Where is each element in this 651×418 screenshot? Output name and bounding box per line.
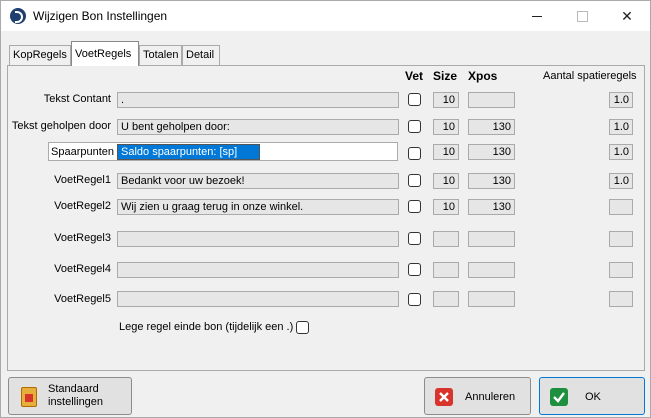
size-field-voetregel3[interactable] xyxy=(433,231,459,247)
size-field-voetregel2[interactable]: 10 xyxy=(433,199,459,215)
row-label-tekst-geholpen-door: Tekst geholpen door xyxy=(11,120,111,132)
xpos-field-voetregel1[interactable]: 130 xyxy=(468,173,515,189)
xpos-field-tekst-contant[interactable] xyxy=(468,92,515,108)
maximize-button[interactable] xyxy=(560,1,604,31)
column-header-size: Size xyxy=(433,69,458,83)
dialog-window: Wijzigen Bon Instellingen ✕ KopRegels Vo… xyxy=(0,0,651,418)
row-label-voetregel4: VoetRegel4 xyxy=(54,263,111,275)
text-field-voetregel5[interactable] xyxy=(117,291,399,307)
spacing-field-tekst-geholpen-door[interactable]: 1.0 xyxy=(609,119,633,135)
lege-regel-label: Lege regel einde bon (tijdelijk een .) xyxy=(119,321,294,333)
tab-totalen[interactable]: Totalen xyxy=(139,45,182,65)
cancel-x-icon xyxy=(435,388,453,406)
xpos-field-tekst-geholpen-door[interactable]: 130 xyxy=(468,119,515,135)
bold-checkbox-voetregel4[interactable] xyxy=(408,263,421,276)
text-field-voetregel2[interactable]: Wij zien u graag terug in onze winkel. xyxy=(117,199,399,215)
spacing-field-voetregel4[interactable] xyxy=(609,262,633,278)
bold-checkbox-voetregel5[interactable] xyxy=(408,293,421,306)
xpos-field-voetregel5[interactable] xyxy=(468,291,515,307)
xpos-field-spaarpunten[interactable]: 130 xyxy=(468,144,515,160)
app-logo-icon xyxy=(10,8,26,24)
tab-detail[interactable]: Detail xyxy=(182,45,220,65)
text-field-voetregel4[interactable] xyxy=(117,262,399,278)
ok-button[interactable]: OK xyxy=(539,377,645,415)
spacing-field-voetregel3[interactable] xyxy=(609,231,633,247)
spacing-field-voetregel5[interactable] xyxy=(609,291,633,307)
column-header-spacing: Aantal spatieregels xyxy=(543,70,637,82)
text-field-tekst-geholpen-door[interactable]: U bent geholpen door: xyxy=(117,119,399,135)
bold-checkbox-tekst-geholpen-door[interactable] xyxy=(408,120,421,133)
title-bar: Wijzigen Bon Instellingen ✕ xyxy=(1,1,650,31)
cancel-button-label: Annuleren xyxy=(465,391,516,403)
defaults-button[interactable]: Standaard instellingen xyxy=(8,377,132,415)
size-field-tekst-geholpen-door[interactable]: 10 xyxy=(433,119,459,135)
row-label-voetregel5: VoetRegel5 xyxy=(54,293,111,305)
ok-button-label: OK xyxy=(585,391,601,403)
minimize-button[interactable] xyxy=(515,1,559,31)
bold-checkbox-voetregel3[interactable] xyxy=(408,232,421,245)
bold-checkbox-voetregel2[interactable] xyxy=(408,200,421,213)
column-header-xpos: Xpos xyxy=(468,69,498,83)
column-header-vet: Vet xyxy=(405,69,424,83)
size-field-voetregel1[interactable]: 10 xyxy=(433,173,459,189)
text-field-tekst-contant[interactable]: . xyxy=(117,92,399,108)
tab-kopregels[interactable]: KopRegels xyxy=(9,45,71,65)
spacing-field-tekst-contant[interactable]: 1.0 xyxy=(609,92,633,108)
bold-checkbox-voetregel1[interactable] xyxy=(408,174,421,187)
size-field-voetregel5[interactable] xyxy=(433,291,459,307)
spacing-field-voetregel1[interactable]: 1.0 xyxy=(609,173,633,189)
checkmark-icon xyxy=(550,388,568,406)
spacing-field-voetregel2[interactable] xyxy=(609,199,633,215)
spacing-field-spaarpunten[interactable]: 1.0 xyxy=(609,144,633,160)
text-field-voetregel3[interactable] xyxy=(117,231,399,247)
close-button[interactable]: ✕ xyxy=(605,1,649,31)
clipboard-icon xyxy=(21,387,37,407)
size-field-voetregel4[interactable] xyxy=(433,262,459,278)
size-field-tekst-contant[interactable]: 10 xyxy=(433,92,459,108)
tab-voetregels[interactable]: VoetRegels xyxy=(71,41,139,66)
bold-checkbox-spaarpunten[interactable] xyxy=(408,147,421,160)
voetregels-panel: Vet Size Xpos Aantal spatieregels Tekst … xyxy=(7,65,645,371)
row-label-voetregel1: VoetRegel1 xyxy=(54,174,111,186)
window-title: Wijzigen Bon Instellingen xyxy=(33,9,168,23)
defaults-button-label: Standaard instellingen xyxy=(48,383,104,408)
text-field-voetregel1[interactable]: Bedankt voor uw bezoek! xyxy=(117,173,399,189)
row-label-tekst-contant: Tekst Contant xyxy=(43,93,111,105)
xpos-field-voetregel3[interactable] xyxy=(468,231,515,247)
cancel-button[interactable]: Annuleren xyxy=(424,377,531,415)
size-field-spaarpunten[interactable]: 10 xyxy=(433,144,459,160)
row-label-spaarpunten: Spaarpunten xyxy=(51,146,114,158)
bold-checkbox-tekst-contant[interactable] xyxy=(408,93,421,106)
xpos-field-voetregel2[interactable]: 130 xyxy=(468,199,515,215)
xpos-field-voetregel4[interactable] xyxy=(468,262,515,278)
row-label-voetregel2: VoetRegel2 xyxy=(54,200,111,212)
text-field-spaarpunten[interactable]: Saldo spaarpunten: [sp] xyxy=(117,144,260,160)
row-label-voetregel3: VoetRegel3 xyxy=(54,232,111,244)
lege-regel-checkbox[interactable] xyxy=(296,321,309,334)
